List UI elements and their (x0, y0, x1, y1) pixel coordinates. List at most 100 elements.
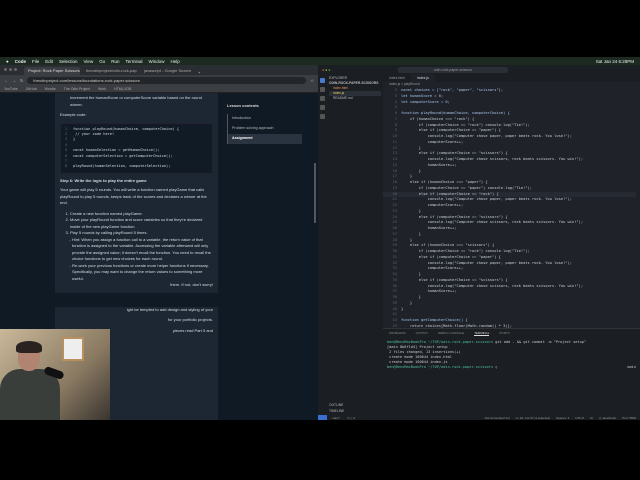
code-text: else if (humanChoice === "scissors") { (401, 243, 495, 248)
code-text: humanScore++; (401, 162, 457, 167)
code-text: const humanSelection = getHumanChoice(); (73, 148, 160, 153)
status-indent[interactable]: Spaces: 4 (556, 416, 569, 420)
breadcrumb[interactable]: index.js > playRound (383, 82, 420, 86)
bookmark-star-icon[interactable]: ☆ (310, 78, 314, 83)
bookmark[interactable]: The Odin Project (64, 87, 90, 91)
tab-problems[interactable]: PROBLEMS (389, 331, 406, 336)
toc-item-problem-solving[interactable]: Problem solving approach (227, 124, 302, 134)
toc-title: Lesson contents (227, 103, 259, 108)
code-text: console.log("Computer chose scissors, ro… (401, 157, 584, 161)
scrollbar[interactable] (314, 163, 316, 223)
tab-google[interactable]: javascript - Google Search (140, 67, 196, 75)
tab-terminal[interactable]: TERMINAL (474, 331, 490, 336)
editor-tabs: index.html index.js (383, 74, 640, 82)
step6-list: Create a new function named playGame. Mo… (60, 211, 213, 237)
terminal-output: 2 files changed, 13 insertions(+) (387, 350, 461, 354)
window-controls[interactable] (4, 68, 17, 71)
menu-item[interactable]: Selection (59, 59, 78, 64)
status-branch[interactable]: main* (332, 416, 340, 420)
code-text: computerScore++; (401, 266, 464, 271)
tab-github[interactable]: theodinproject/odin-rock-pap (82, 67, 138, 75)
code-editor[interactable]: 2 const choices = ["rock", "paper", "scis… (383, 88, 636, 328)
menu-item[interactable]: Edit (45, 59, 53, 64)
outline-section[interactable]: OUTLINE (329, 403, 343, 408)
menu-item[interactable]: Go (99, 59, 105, 64)
tab-debug-console[interactable]: DEBUG CONSOLE (438, 331, 464, 336)
command-center-search[interactable]: odin-rock-paper-scissors (398, 66, 508, 73)
bookmark[interactable]: YouTube (4, 87, 18, 91)
code-text: console.log("Computer chose paper, paper… (401, 134, 572, 138)
code-text: console.log("Computer chose scissors, ro… (401, 283, 584, 288)
remote-icon[interactable] (318, 415, 327, 420)
example-label: Example code: (60, 112, 87, 117)
code-text: computerScore++; (401, 139, 464, 144)
list-item: Move your playRound function and score v… (70, 217, 213, 230)
tab-index-js[interactable]: index.js (410, 74, 435, 82)
code-text: humanScore++; (401, 226, 457, 230)
menu-item[interactable]: Run (111, 59, 119, 64)
bookmark[interactable]: HTML/JOB (114, 87, 131, 91)
step6-text: Your game will play 5 rounds. You will w… (60, 187, 207, 206)
code-text: else if (computerChoice == "paper") { (401, 128, 501, 133)
tab-odin-project[interactable]: Project: Rock Paper Scissors (24, 67, 80, 75)
run-debug-icon[interactable] (320, 105, 325, 110)
source-control-icon[interactable] (320, 96, 325, 101)
step6-title: Step 6: Write the logic to play the enti… (60, 177, 147, 183)
code-text: } (401, 208, 421, 213)
reload-icon[interactable]: ↻ (20, 78, 23, 83)
search-icon[interactable] (320, 87, 325, 92)
bookmark[interactable]: Wordle (45, 87, 56, 91)
code-text: } (401, 231, 421, 236)
menu-item[interactable]: View (84, 59, 94, 64)
menu-item[interactable]: Help (171, 59, 180, 64)
terminal-prompt: ben@BensMacBookPro ~/TOP/odin-rock-paper… (387, 340, 494, 344)
code-text: let humanScore = 0; (401, 93, 444, 98)
explorer-icon[interactable] (320, 78, 325, 83)
code-text: playRound(humanSelection, computerSelect… (73, 164, 171, 169)
status-encoding[interactable]: UTF-8 (575, 416, 584, 420)
back-icon[interactable]: ← (4, 78, 8, 83)
code-text: else if (humanChoice === "paper") { (401, 180, 488, 184)
bookmark[interactable]: GitHub (26, 87, 37, 91)
status-cursor[interactable]: Ln 20, Col 37 (4 selected) (516, 416, 550, 420)
code-text: computerScore++; (401, 203, 464, 207)
tab-ports[interactable]: PORTS (499, 331, 509, 336)
code-text: } (401, 300, 413, 305)
tab-output[interactable]: OUTPUT (416, 331, 428, 336)
code-text: function playRound(humanChoice, computer… (73, 126, 180, 131)
menu-item[interactable]: File (32, 59, 39, 64)
menu-item[interactable]: Code (15, 59, 26, 64)
status-bar: main* 0 △ 0 Not Committed Yet Ln 20, Col… (318, 415, 640, 420)
menu-item[interactable]: Window (149, 59, 165, 64)
code-text: else if (computerChoice == "scissors") { (401, 214, 508, 219)
code-text: function playRound(humanChoice, computer… (401, 111, 510, 115)
address-bar[interactable]: theodinproject.com/lessons/foundations-r… (27, 76, 307, 84)
forward-icon[interactable]: → (12, 78, 16, 83)
code-text: console.log("Computer chose scissors, ro… (401, 220, 584, 225)
file-readme[interactable]: README.md (329, 96, 381, 101)
lesson-contents: Lesson contents Introduction Problem sol… (227, 103, 302, 144)
terminal-output: [main 8b6f1d4] Project setup (387, 345, 448, 349)
extensions-icon[interactable] (320, 114, 325, 119)
bookmark[interactable]: Work (98, 87, 106, 91)
timeline-section[interactable]: TIMELINE (329, 409, 344, 414)
code-text: } (401, 295, 421, 299)
desktop: ● Code File Edit Selection View Go Run T… (0, 57, 640, 420)
new-tab-icon[interactable]: + (198, 70, 200, 75)
status-port[interactable]: Port: 5500 (622, 416, 636, 420)
apple-icon[interactable]: ● (6, 59, 9, 64)
toc-item-assignment[interactable]: Assignment (227, 134, 302, 144)
tab-index-html[interactable]: index.html (383, 74, 411, 82)
status-blame[interactable]: Not Committed Yet (485, 416, 510, 420)
status-language[interactable]: {} JavaScript (599, 416, 616, 420)
toc-item-introduction[interactable]: Introduction (227, 114, 302, 124)
code-text: if (humanChoice === "rock") { (401, 116, 475, 121)
window-controls[interactable]: ● ● ● (322, 68, 330, 72)
menu-item[interactable]: Terminal (125, 59, 142, 64)
status-problems[interactable]: 0 △ 0 (348, 416, 355, 420)
clock[interactable]: Sat Jan 24 6:28PM (596, 59, 634, 64)
status-eol[interactable]: LF (590, 416, 594, 420)
code-text: } (401, 168, 421, 173)
terminal[interactable]: ben@BensMacBookPro ~/TOP/odin-rock-paper… (383, 338, 640, 372)
code-text: // your code here! (73, 131, 115, 136)
